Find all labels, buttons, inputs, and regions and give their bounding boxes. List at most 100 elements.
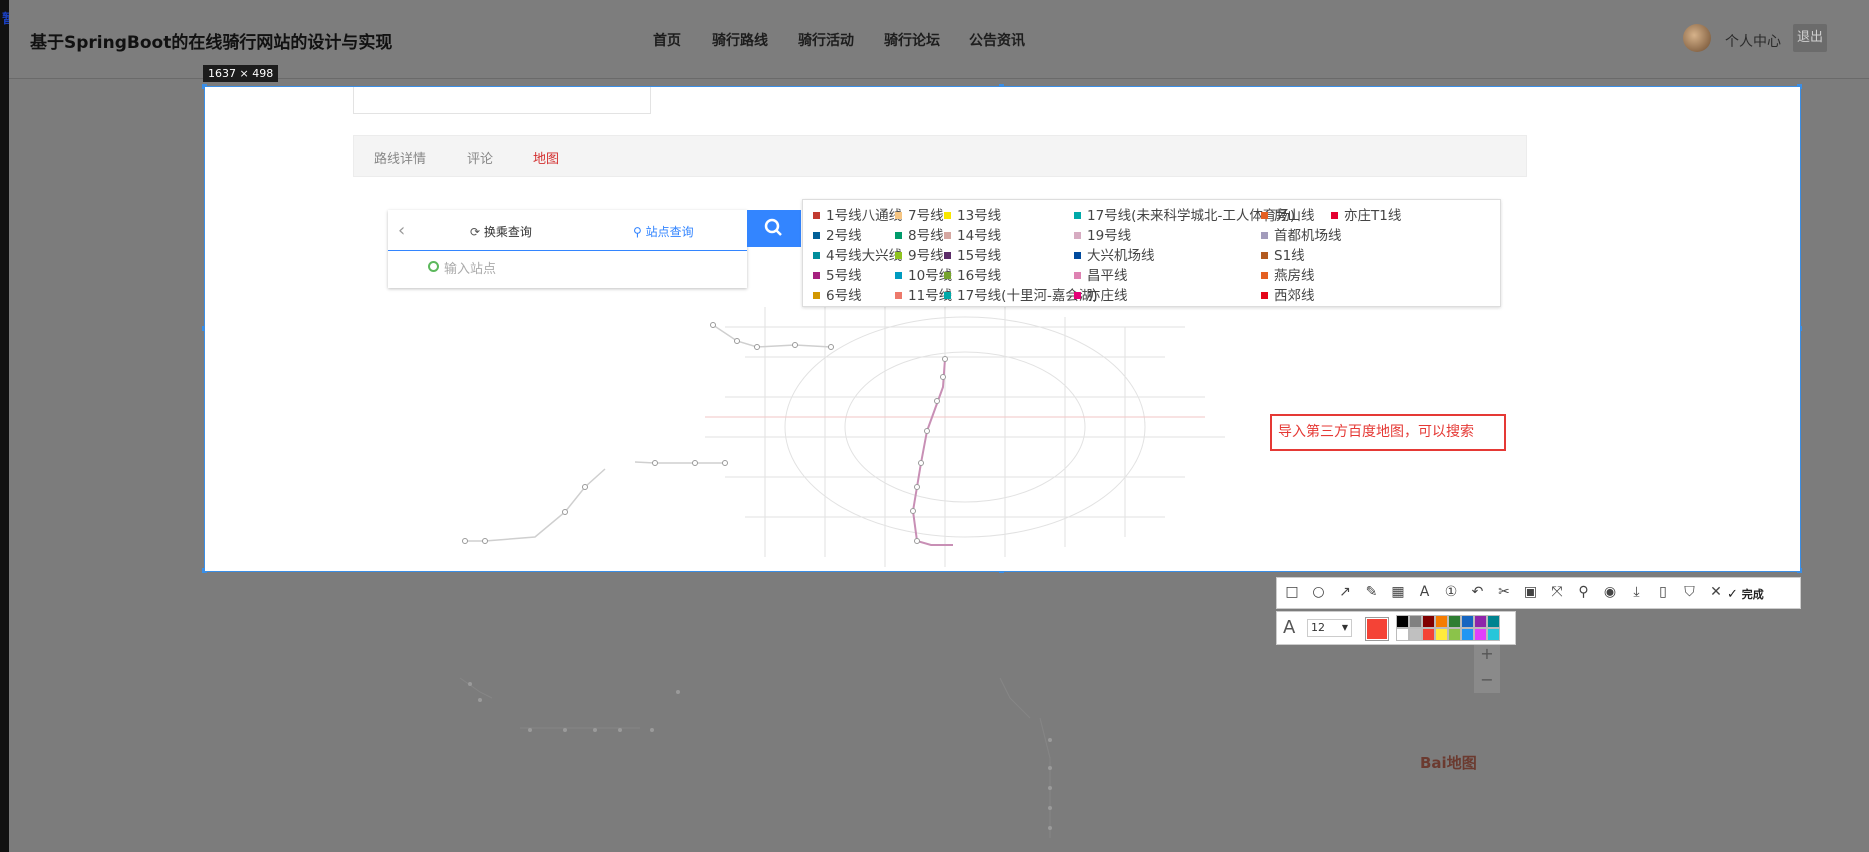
- zoom-out-button[interactable]: −: [1474, 667, 1500, 693]
- palette-color[interactable]: [1461, 615, 1474, 628]
- bookmark-icon[interactable]: ⛉: [1681, 583, 1699, 601]
- legend-swatch: [1074, 212, 1081, 219]
- nav-forum[interactable]: 骑行论坛: [884, 30, 940, 50]
- user-center-link[interactable]: 个人中心: [1725, 31, 1781, 51]
- nav-routes[interactable]: 骑行路线: [712, 30, 768, 50]
- palette-color[interactable]: [1474, 615, 1487, 628]
- legend-item[interactable]: 16号线: [944, 264, 1001, 284]
- palette-color[interactable]: [1435, 628, 1448, 641]
- nav-home[interactable]: 首页: [653, 30, 681, 50]
- legend-item[interactable]: 亦庄线: [1074, 284, 1128, 304]
- map-search-button[interactable]: [747, 210, 801, 247]
- palette-color[interactable]: [1409, 615, 1422, 628]
- phone-icon[interactable]: ▯: [1654, 583, 1672, 601]
- palette-color[interactable]: [1448, 628, 1461, 641]
- legend-label: 昌平线: [1087, 268, 1128, 284]
- palette-color[interactable]: [1396, 615, 1409, 628]
- text-icon[interactable]: A: [1416, 583, 1434, 601]
- tab-station-query[interactable]: ⚲ 站点查询: [633, 223, 694, 240]
- legend-item[interactable]: S1线: [1261, 244, 1305, 264]
- legend-item[interactable]: 15号线: [944, 244, 1001, 264]
- start-dot-icon: [428, 261, 439, 272]
- legend-item[interactable]: 西郊线: [1261, 284, 1315, 304]
- logout-button[interactable]: 退出: [1793, 24, 1827, 52]
- legend-label: 首都机场线: [1274, 228, 1342, 244]
- legend-item[interactable]: 1号线八通线: [813, 204, 902, 224]
- legend-item[interactable]: 2号线: [813, 224, 862, 244]
- legend-item[interactable]: 13号线: [944, 204, 1001, 224]
- palette-color[interactable]: [1487, 628, 1500, 641]
- palette-color[interactable]: [1448, 615, 1461, 628]
- legend-item[interactable]: 9号线: [895, 244, 944, 264]
- palette-color[interactable]: [1474, 628, 1487, 641]
- arrow-icon[interactable]: ↗: [1336, 583, 1354, 601]
- legend-swatch: [813, 272, 820, 279]
- subway-map[interactable]: [205, 297, 1800, 571]
- tab-transfer-query[interactable]: ⟳ 换乘查询: [470, 223, 532, 240]
- legend-swatch: [1261, 212, 1268, 219]
- tab-comments[interactable]: 评论: [467, 148, 493, 167]
- palette-color[interactable]: [1422, 615, 1435, 628]
- legend-label: 13号线: [957, 208, 1002, 224]
- previous-section-box: [353, 87, 651, 114]
- map-zoom-control[interactable]: + −: [1474, 641, 1500, 693]
- ellipse-icon[interactable]: ○: [1310, 583, 1328, 601]
- palette-color[interactable]: [1422, 628, 1435, 641]
- legend-item[interactable]: 19号线: [1074, 224, 1131, 244]
- nav-activities[interactable]: 骑行活动: [798, 30, 854, 50]
- screenshot-toolbar: □ ○ ↗ ✎ ▦ A ① ↶ ✂ ▣ ⤧ ⚲ ◉ ⤓ ▯ ⛉ ✕ ✓ 完成: [1276, 577, 1801, 609]
- legend-item[interactable]: 7号线: [895, 204, 944, 224]
- tab-route-details[interactable]: 路线详情: [374, 148, 426, 167]
- capture-selection[interactable]: 路线详情 评论 地图 ‹ ⟳ 换乘查询 ⚲ 站点查询 输入站点 1号线八通线 2…: [204, 86, 1801, 572]
- legend-item[interactable]: 6号线: [813, 284, 862, 304]
- mosaic-icon[interactable]: ▦: [1389, 583, 1407, 601]
- crop-icon[interactable]: ✂: [1495, 583, 1513, 601]
- palette-color[interactable]: [1435, 615, 1448, 628]
- chevron-down-icon: ▼: [1341, 623, 1348, 632]
- save-icon[interactable]: ⤓: [1628, 583, 1646, 601]
- palette-color[interactable]: [1461, 628, 1474, 641]
- tab-map[interactable]: 地图: [533, 148, 559, 167]
- legend-label: 燕房线: [1274, 268, 1315, 284]
- avatar[interactable]: [1683, 24, 1711, 52]
- legend-label: 房山线: [1274, 208, 1315, 224]
- pin-icon[interactable]: ⚲: [1575, 583, 1593, 601]
- subway-line-legend: 1号线八通线 2号线 4号线大兴线 5号线 6号线 7号线 8号线 9号线 10号线 11号线 13…: [802, 199, 1501, 307]
- back-chevron-icon[interactable]: ‹: [398, 220, 405, 241]
- legend-item[interactable]: 燕房线: [1261, 264, 1315, 284]
- tab-transfer-label: 换乘查询: [483, 225, 532, 239]
- undo-icon[interactable]: ↶: [1469, 583, 1487, 601]
- legend-item[interactable]: 房山线: [1261, 204, 1315, 224]
- close-icon[interactable]: ✕: [1707, 583, 1725, 601]
- legend-label: 8号线: [908, 228, 944, 244]
- legend-label: 2号线: [826, 228, 862, 244]
- station-input[interactable]: 输入站点: [444, 258, 496, 277]
- legend-swatch: [1074, 252, 1081, 259]
- ocr-icon[interactable]: ▣: [1522, 583, 1540, 601]
- number-icon[interactable]: ①: [1442, 583, 1460, 601]
- rect-icon[interactable]: □: [1283, 583, 1301, 601]
- legend-label: 4号线大兴线: [826, 248, 903, 264]
- record-icon[interactable]: ◉: [1601, 583, 1619, 601]
- legend-item[interactable]: 亦庄T1线: [1331, 204, 1401, 224]
- pen-icon[interactable]: ✎: [1363, 583, 1381, 601]
- palette-color[interactable]: [1409, 628, 1422, 641]
- legend-item[interactable]: 5号线: [813, 264, 862, 284]
- legend-item[interactable]: 昌平线: [1074, 264, 1128, 284]
- legend-item[interactable]: 14号线: [944, 224, 1001, 244]
- font-size-select[interactable]: 12 ▼: [1307, 619, 1352, 637]
- legend-item[interactable]: 4号线大兴线: [813, 244, 902, 264]
- scroll-capture-icon[interactable]: ⤧: [1548, 583, 1566, 601]
- legend-item[interactable]: 8号线: [895, 224, 944, 244]
- palette-color[interactable]: [1396, 628, 1409, 641]
- palette-color[interactable]: [1487, 615, 1500, 628]
- current-color-swatch[interactable]: [1365, 617, 1389, 641]
- legend-item[interactable]: 首都机场线: [1261, 224, 1342, 244]
- legend-swatch: [895, 292, 902, 299]
- transfer-icon: ⟳: [470, 225, 481, 239]
- baidu-map-logo: Bai地图: [1420, 754, 1477, 772]
- annotation-text-box[interactable]: 导入第三方百度地图，可以搜索: [1270, 414, 1506, 451]
- nav-news[interactable]: 公告资讯: [969, 30, 1025, 50]
- done-button[interactable]: ✓ 完成: [1727, 586, 1764, 602]
- legend-item[interactable]: 大兴机场线: [1074, 244, 1155, 264]
